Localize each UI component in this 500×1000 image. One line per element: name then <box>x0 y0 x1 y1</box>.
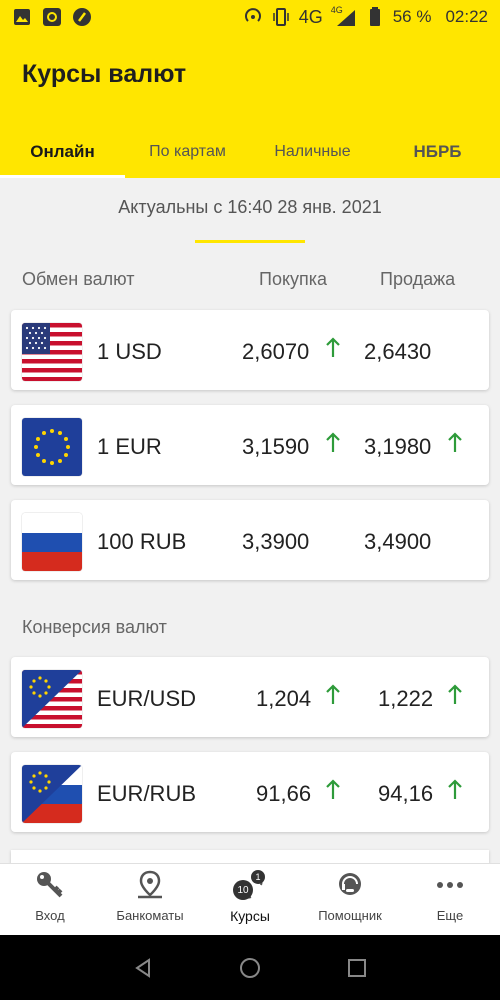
tab-label: Наличные <box>274 143 351 160</box>
tab-online[interactable]: Онлайн <box>0 126 125 178</box>
assistant-icon <box>335 870 365 900</box>
rate-row-rub[interactable]: 100 RUB 3,3900 3,4900 <box>11 500 489 580</box>
clock: 02:22 <box>445 7 488 26</box>
tab-label: По картам <box>149 143 226 160</box>
nav-rates[interactable]: 1 10 Курсы <box>200 864 300 935</box>
system-navigation-bar <box>0 935 500 1000</box>
sell-rate: 2,6430 <box>364 339 432 364</box>
rates-updated-text: Актуальны с 16:40 28 янв. 2021 <box>118 197 382 217</box>
key-icon <box>35 870 65 900</box>
nav-assistant[interactable]: Помощник <box>300 864 400 935</box>
hotspot-icon <box>243 7 263 27</box>
buy-rate: 2,6070 <box>242 339 310 364</box>
buy-rate: 3,3900 <box>242 529 310 554</box>
nav-label: Вход <box>35 908 65 923</box>
rate-row-eur[interactable]: 1 EUR 3,1590 3,1980 <box>11 405 489 485</box>
nav-label: Курсы <box>230 908 270 924</box>
rate-row-usd[interactable]: 1 USD 2,6070 2,6430 <box>11 310 489 390</box>
sell-rate: 3,4900 <box>364 529 432 554</box>
nav-label: Еще <box>436 908 464 923</box>
sell-rate: 1,222 <box>378 686 434 711</box>
image-icon <box>12 7 32 27</box>
up-arrow-icon <box>326 337 340 357</box>
updated-divider <box>195 240 305 243</box>
record-icon <box>42 7 62 27</box>
next-card-peek <box>11 850 489 864</box>
signal-icon: 4G <box>330 5 357 27</box>
app-icon <box>72 7 92 27</box>
tab-label: Онлайн <box>30 142 95 161</box>
battery-icon <box>365 7 385 27</box>
bottom-navigation: Вход Банкоматы 1 10 Курсы Помощник Еще <box>0 863 500 935</box>
nav-label: Банкоматы <box>116 908 184 923</box>
buy-rate: 91,66 <box>256 781 312 806</box>
nav-atms[interactable]: Банкоматы <box>100 864 200 935</box>
pair-label: EUR/USD <box>97 686 197 711</box>
page-title: Курсы валют <box>22 60 187 88</box>
buy-rate: 1,204 <box>256 686 312 711</box>
sell-rate: 3,1980 <box>364 434 432 459</box>
conversion-row-eur-usd[interactable]: EUR/USD 1,204 1,222 <box>11 657 489 737</box>
nav-more[interactable]: Еще <box>400 864 500 935</box>
up-arrow-icon <box>448 779 462 799</box>
buy-rate: 3,1590 <box>242 434 310 459</box>
rates-badge-large: 10 <box>233 880 253 900</box>
tab-cash[interactable]: Наличные <box>250 126 375 178</box>
pair-label: EUR/RUB <box>97 781 197 806</box>
conversion-row-eur-rub[interactable]: EUR/RUB 91,66 94,16 <box>11 752 489 832</box>
sell-rate: 94,16 <box>378 781 434 806</box>
eu-ru-flag-icon <box>22 765 82 823</box>
exchange-icon: 1 10 <box>233 870 267 900</box>
home-icon[interactable] <box>239 957 261 979</box>
currency-label: 1 EUR <box>97 434 162 459</box>
us-flag-icon <box>22 323 82 381</box>
rates-badge-small: 1 <box>251 870 265 884</box>
up-arrow-icon <box>448 684 462 704</box>
network-type: 4G <box>298 6 323 27</box>
sell-column-header: Продажа <box>380 269 456 289</box>
up-arrow-icon <box>326 684 340 704</box>
tab-label: НБРБ <box>413 142 462 161</box>
eu-flag-icon <box>22 418 82 476</box>
app-header: Курсы валют Онлайн По картам Наличные НБ… <box>0 34 500 178</box>
buy-column-header: Покупка <box>259 269 328 289</box>
conversion-section-title: Конверсия валют <box>22 617 167 637</box>
eu-us-flag-icon <box>22 670 82 728</box>
vibrate-icon <box>271 7 291 27</box>
currency-label: 100 RUB <box>97 529 187 554</box>
nav-login[interactable]: Вход <box>0 864 100 935</box>
status-bar: 4G 4G 56 % 02:22 <box>0 0 500 34</box>
ru-flag-icon <box>22 513 82 571</box>
network-type-small: 4G <box>330 5 343 15</box>
up-arrow-icon <box>326 779 340 799</box>
back-icon[interactable] <box>132 957 154 979</box>
map-pin-icon <box>135 870 165 900</box>
tab-nbrb[interactable]: НБРБ <box>375 126 500 178</box>
recents-icon[interactable] <box>346 957 368 979</box>
tab-by-cards[interactable]: По картам <box>125 126 250 178</box>
battery-level: 56 % <box>392 7 432 26</box>
exchange-section-title: Обмен валют <box>22 269 135 289</box>
tab-bar: Онлайн По картам Наличные НБРБ <box>0 126 500 178</box>
currency-label: 1 USD <box>97 339 162 364</box>
up-arrow-icon <box>326 432 340 452</box>
more-icon <box>435 870 465 900</box>
up-arrow-icon <box>448 432 462 452</box>
nav-label: Помощник <box>318 908 382 923</box>
